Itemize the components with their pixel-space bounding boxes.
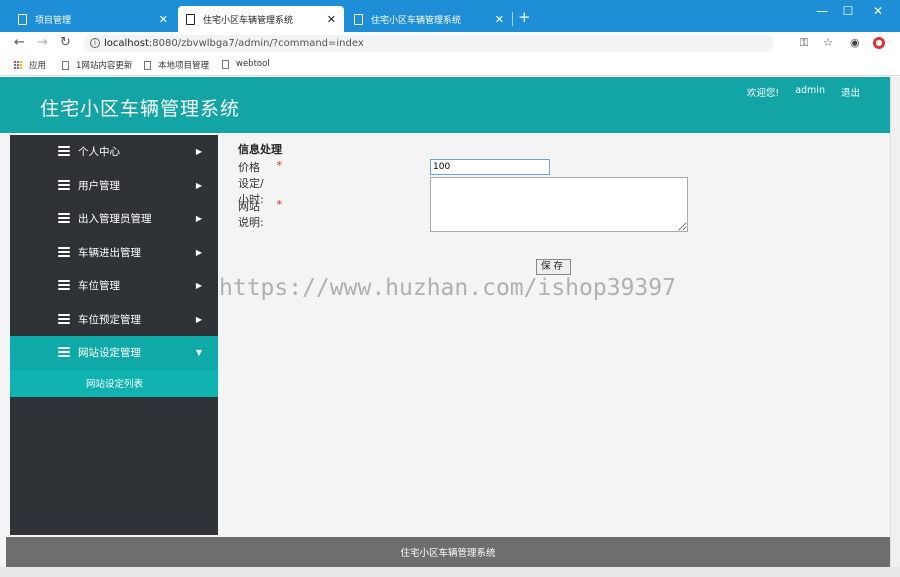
required-mark: * [276, 198, 283, 211]
reload-icon[interactable]: ↻ [60, 35, 71, 50]
footer-text: 住宅小区车辆管理系统 [400, 548, 496, 559]
vertical-scrollbar[interactable] [890, 77, 900, 567]
description-textarea[interactable] [430, 177, 688, 232]
section-title: 信息处理 [238, 143, 282, 156]
sidebar-item-label: 出入管理员管理 [78, 213, 152, 226]
bookmark-label: webtool [236, 59, 270, 69]
tab-title: 住宅小区车辆管理系统 [203, 15, 294, 26]
bookmark-apps[interactable]: 应用 [14, 59, 46, 71]
chevron-right-icon: ▶ [195, 180, 202, 190]
stack-icon [58, 213, 70, 223]
page-icon [144, 60, 151, 70]
stack-icon [58, 146, 70, 156]
window-bottom-edge [0, 567, 900, 577]
url-path: :8080/zbvwlbga7/admin/?command=index [148, 38, 364, 49]
sidebar-item-site-settings[interactable]: 网站设定管理 ▼ [10, 336, 218, 370]
description-row: 网站说明: * [238, 198, 282, 230]
chevron-right-icon: ▶ [195, 147, 202, 157]
extension-icon[interactable]: ● [873, 37, 885, 49]
stack-icon [58, 280, 70, 290]
site-header: 住宅小区车辆管理系统 欢迎您! admin 退出 [0, 77, 890, 133]
tab-title: 住宅小区车辆管理系统 [371, 15, 462, 26]
tab-vehicle-system[interactable]: 住宅小区车辆管理系统 ✕ [346, 6, 512, 32]
stack-icon [58, 246, 70, 257]
info-icon[interactable]: i [90, 38, 100, 48]
bookmark-content-update[interactable]: 1网站内容更新 [62, 59, 132, 71]
document-icon [354, 13, 363, 25]
bookmark-local-projects[interactable]: 本地项目管理 [144, 59, 209, 71]
url-host: localhost [104, 38, 149, 49]
stack-icon [58, 179, 70, 190]
star-icon[interactable]: ☆ [823, 36, 833, 49]
watermark-text: https://www.huzhan.com/ishop39397 [219, 275, 676, 301]
close-tab-icon[interactable]: ✕ [327, 13, 336, 26]
page-viewport: 住宅小区车辆管理系统 欢迎您! admin 退出 个人中心 ▶ 用户管理 ▶ 出… [0, 77, 890, 567]
close-tab-icon[interactable]: ✕ [159, 13, 168, 26]
sidebar-item-parking-space[interactable]: 车位管理 ▶ [10, 269, 218, 303]
sidebar-item-label: 用户管理 [78, 179, 120, 192]
chevron-down-icon: ▼ [195, 348, 202, 358]
sidebar-subitem-site-settings-list[interactable]: 网站设定列表 [10, 369, 218, 397]
welcome-text: 欢迎您! [746, 88, 780, 99]
back-arrow-icon[interactable]: ← [14, 35, 25, 50]
page-icon [62, 60, 69, 70]
bookmark-label: 应用 [29, 61, 47, 71]
sidebar-item-label: 车位管理 [78, 280, 120, 293]
forward-arrow-icon[interactable]: → [37, 35, 48, 50]
stack-icon [58, 313, 70, 324]
bookmarks-bar: 应用 1网站内容更新 本地项目管理 webtool [0, 54, 900, 76]
address-toolbar: ← → ↻ i localhost:8080/zbvwlbga7/admin/?… [0, 32, 900, 54]
header-links: 欢迎您! admin 退出 [747, 85, 860, 99]
bookmark-label: 本地项目管理 [158, 61, 210, 71]
sidebar: 个人中心 ▶ 用户管理 ▶ 出入管理员管理 ▶ 车辆进出管理 ▶ 车位管理 ▶ … [10, 135, 218, 535]
chevron-right-icon: ▶ [195, 281, 202, 291]
sidebar-item-label: 车辆进出管理 [78, 246, 141, 259]
new-tab-icon[interactable]: + [518, 8, 531, 26]
chevron-right-icon: ▶ [195, 247, 202, 257]
sidebar-item-label: 车位预定管理 [78, 313, 141, 326]
sidebar-item-personal-center[interactable]: 个人中心 ▶ [10, 135, 218, 169]
browser-tab-bar: 项目管理 ✕ 住宅小区车辆管理系统 ✕ 住宅小区车辆管理系统 ✕ + — ☐ ✕ [0, 0, 900, 32]
tab-project-management[interactable]: 项目管理 ✕ [10, 6, 176, 32]
stack-icon [58, 347, 70, 357]
description-label: 网站说明: [238, 200, 264, 229]
tab-title: 项目管理 [35, 15, 72, 26]
site-footer: 住宅小区车辆管理系统 [6, 537, 890, 567]
page-icon [222, 59, 229, 69]
document-icon [186, 13, 195, 25]
sidebar-item-label: 个人中心 [78, 146, 120, 159]
sidebar-item-vehicle-access[interactable]: 车辆进出管理 ▶ [10, 236, 218, 270]
document-icon [18, 13, 27, 25]
sidebar-item-user-management[interactable]: 用户管理 ▶ [10, 169, 218, 203]
sidebar-item-gate-admin-management[interactable]: 出入管理员管理 ▶ [10, 202, 218, 236]
tab-divider [512, 12, 513, 26]
logout-link[interactable]: 退出 [841, 85, 860, 99]
apps-grid-icon [14, 61, 22, 69]
url-field[interactable]: i localhost:8080/zbvwlbga7/admin/?comman… [84, 35, 774, 52]
sidebar-item-label: 网站设定管理 [78, 347, 141, 360]
minimize-icon[interactable]: — [810, 4, 834, 18]
maximize-icon[interactable]: ☐ [836, 4, 860, 18]
key-icon[interactable]: ⚿ [800, 36, 808, 50]
save-button[interactable]: 保存 [536, 259, 571, 275]
bookmark-webtool[interactable]: webtool [222, 59, 270, 69]
window-close-icon[interactable]: ✕ [866, 4, 890, 18]
tab-vehicle-system-active[interactable]: 住宅小区车辆管理系统 ✕ [178, 6, 344, 32]
sidebar-item-parking-reservation[interactable]: 车位预定管理 ▶ [10, 303, 218, 337]
bookmark-label: 1网站内容更新 [76, 61, 133, 71]
chevron-right-icon: ▶ [195, 214, 202, 224]
account-icon[interactable]: ◉ [850, 36, 860, 49]
main-content: 信息处理 价格设定/小时: * 网站说明: * 保存 [238, 141, 688, 275]
price-input[interactable] [430, 159, 550, 175]
close-tab-icon[interactable]: ✕ [495, 13, 504, 26]
chevron-right-icon: ▶ [195, 314, 202, 324]
site-title: 住宅小区车辆管理系统 [40, 98, 241, 120]
admin-link[interactable]: admin [795, 85, 825, 99]
